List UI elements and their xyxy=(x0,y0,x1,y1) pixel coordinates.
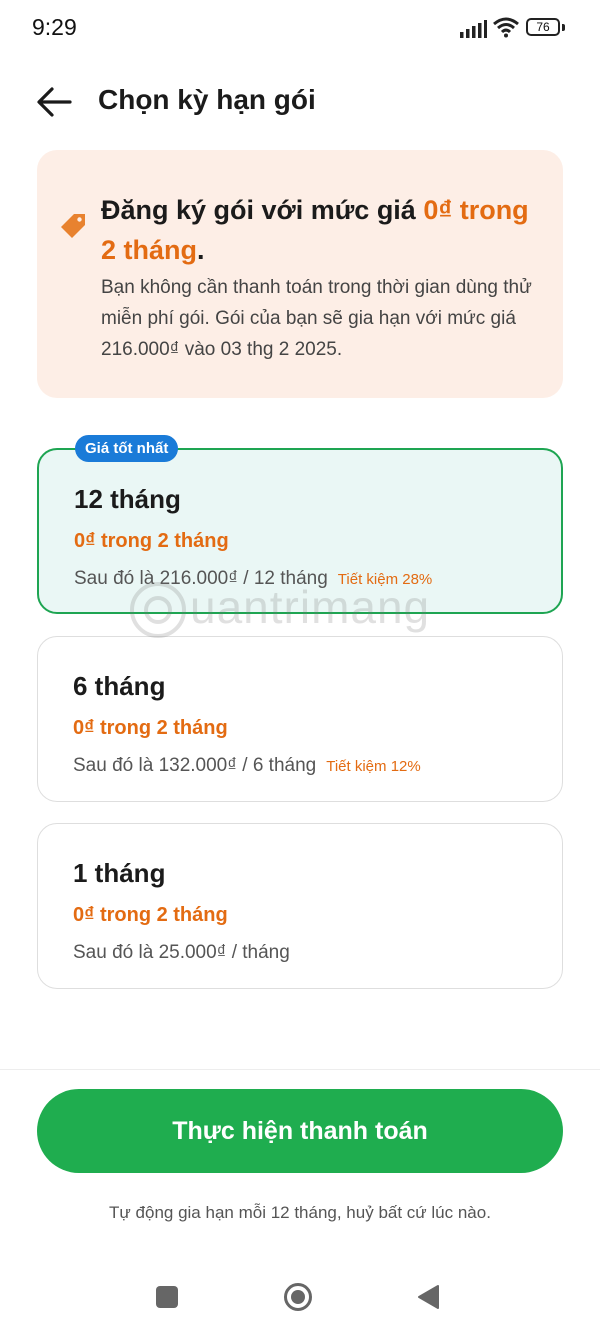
system-nav-bar xyxy=(0,1262,600,1334)
battery-tip xyxy=(562,24,565,31)
header: Chọn kỳ hạn gói xyxy=(0,70,600,134)
plan-saving: Tiết kiệm 28% xyxy=(337,571,433,588)
plan-name: 1 tháng xyxy=(73,858,166,888)
plan-name: 6 tháng xyxy=(73,671,166,701)
battery-icon: 76 xyxy=(526,18,560,36)
plan-6-months[interactable]: 6 tháng 0₫ trong 2 tháng Sau đó là 132.0… xyxy=(37,636,563,802)
plan-after-price: Sau đó là 132.000₫ / 6 tháng Tiết kiệm 12… xyxy=(73,755,421,777)
plan-after-price: Sau đó là 216.000₫ / 12 tháng Tiết kiệm 2… xyxy=(74,568,432,590)
plan-after-text: Sau đó là 25.000₫ / tháng xyxy=(73,942,290,963)
promo-title-prefix: Đăng ký gói với mức giá xyxy=(101,195,424,225)
battery-level: 76 xyxy=(536,20,550,34)
tag-icon xyxy=(61,214,85,238)
promo-title-suffix: . xyxy=(197,235,205,265)
plan-promo-price: 0₫ trong 2 tháng xyxy=(73,717,228,739)
recent-apps-icon[interactable] xyxy=(156,1286,178,1308)
page-title: Chọn kỳ hạn gói xyxy=(98,84,316,115)
plan-after-price: Sau đó là 25.000₫ / tháng xyxy=(73,942,290,964)
promo-description: Bạn không cần thanh toán trong thời gian… xyxy=(101,277,532,360)
plan-saving: Tiết kiệm 12% xyxy=(326,758,421,775)
best-price-badge: Giá tốt nhất xyxy=(75,435,179,462)
wifi-icon xyxy=(493,17,519,38)
status-bar: 9:29 76 xyxy=(0,0,600,56)
signal-icon xyxy=(460,20,487,38)
plan-12-months[interactable]: Giá tốt nhất 12 tháng 0₫ trong 2 tháng S… xyxy=(37,435,563,614)
plan-after-text: Sau đó là 216.000₫ / 12 tháng xyxy=(74,568,328,589)
promo-banner: Đăng ký gói với mức giá 0₫ trong 2 tháng… xyxy=(37,150,563,398)
home-icon[interactable] xyxy=(283,1282,313,1312)
promo-title: Đăng ký gói với mức giá 0₫ trong 2 tháng… xyxy=(101,190,541,270)
auto-renew-note: Tự động gia hạn mỗi 12 tháng, huỷ bất cứ… xyxy=(109,1203,491,1222)
plan-promo-price: 0₫ trong 2 tháng xyxy=(73,904,228,926)
plan-promo-price: 0₫ trong 2 tháng xyxy=(74,530,229,552)
back-arrow-icon[interactable] xyxy=(34,84,74,120)
footer-divider xyxy=(0,1069,600,1070)
status-time: 9:29 xyxy=(32,14,77,40)
plan-1-month[interactable]: 1 tháng 0₫ trong 2 tháng Sau đó là 25.00… xyxy=(37,823,563,989)
pay-button[interactable]: Thực hiện thanh toán xyxy=(37,1089,563,1173)
plan-after-text: Sau đó là 132.000₫ / 6 tháng xyxy=(73,755,317,776)
nav-back-icon[interactable] xyxy=(416,1284,440,1310)
plan-name: 12 tháng xyxy=(74,484,181,514)
